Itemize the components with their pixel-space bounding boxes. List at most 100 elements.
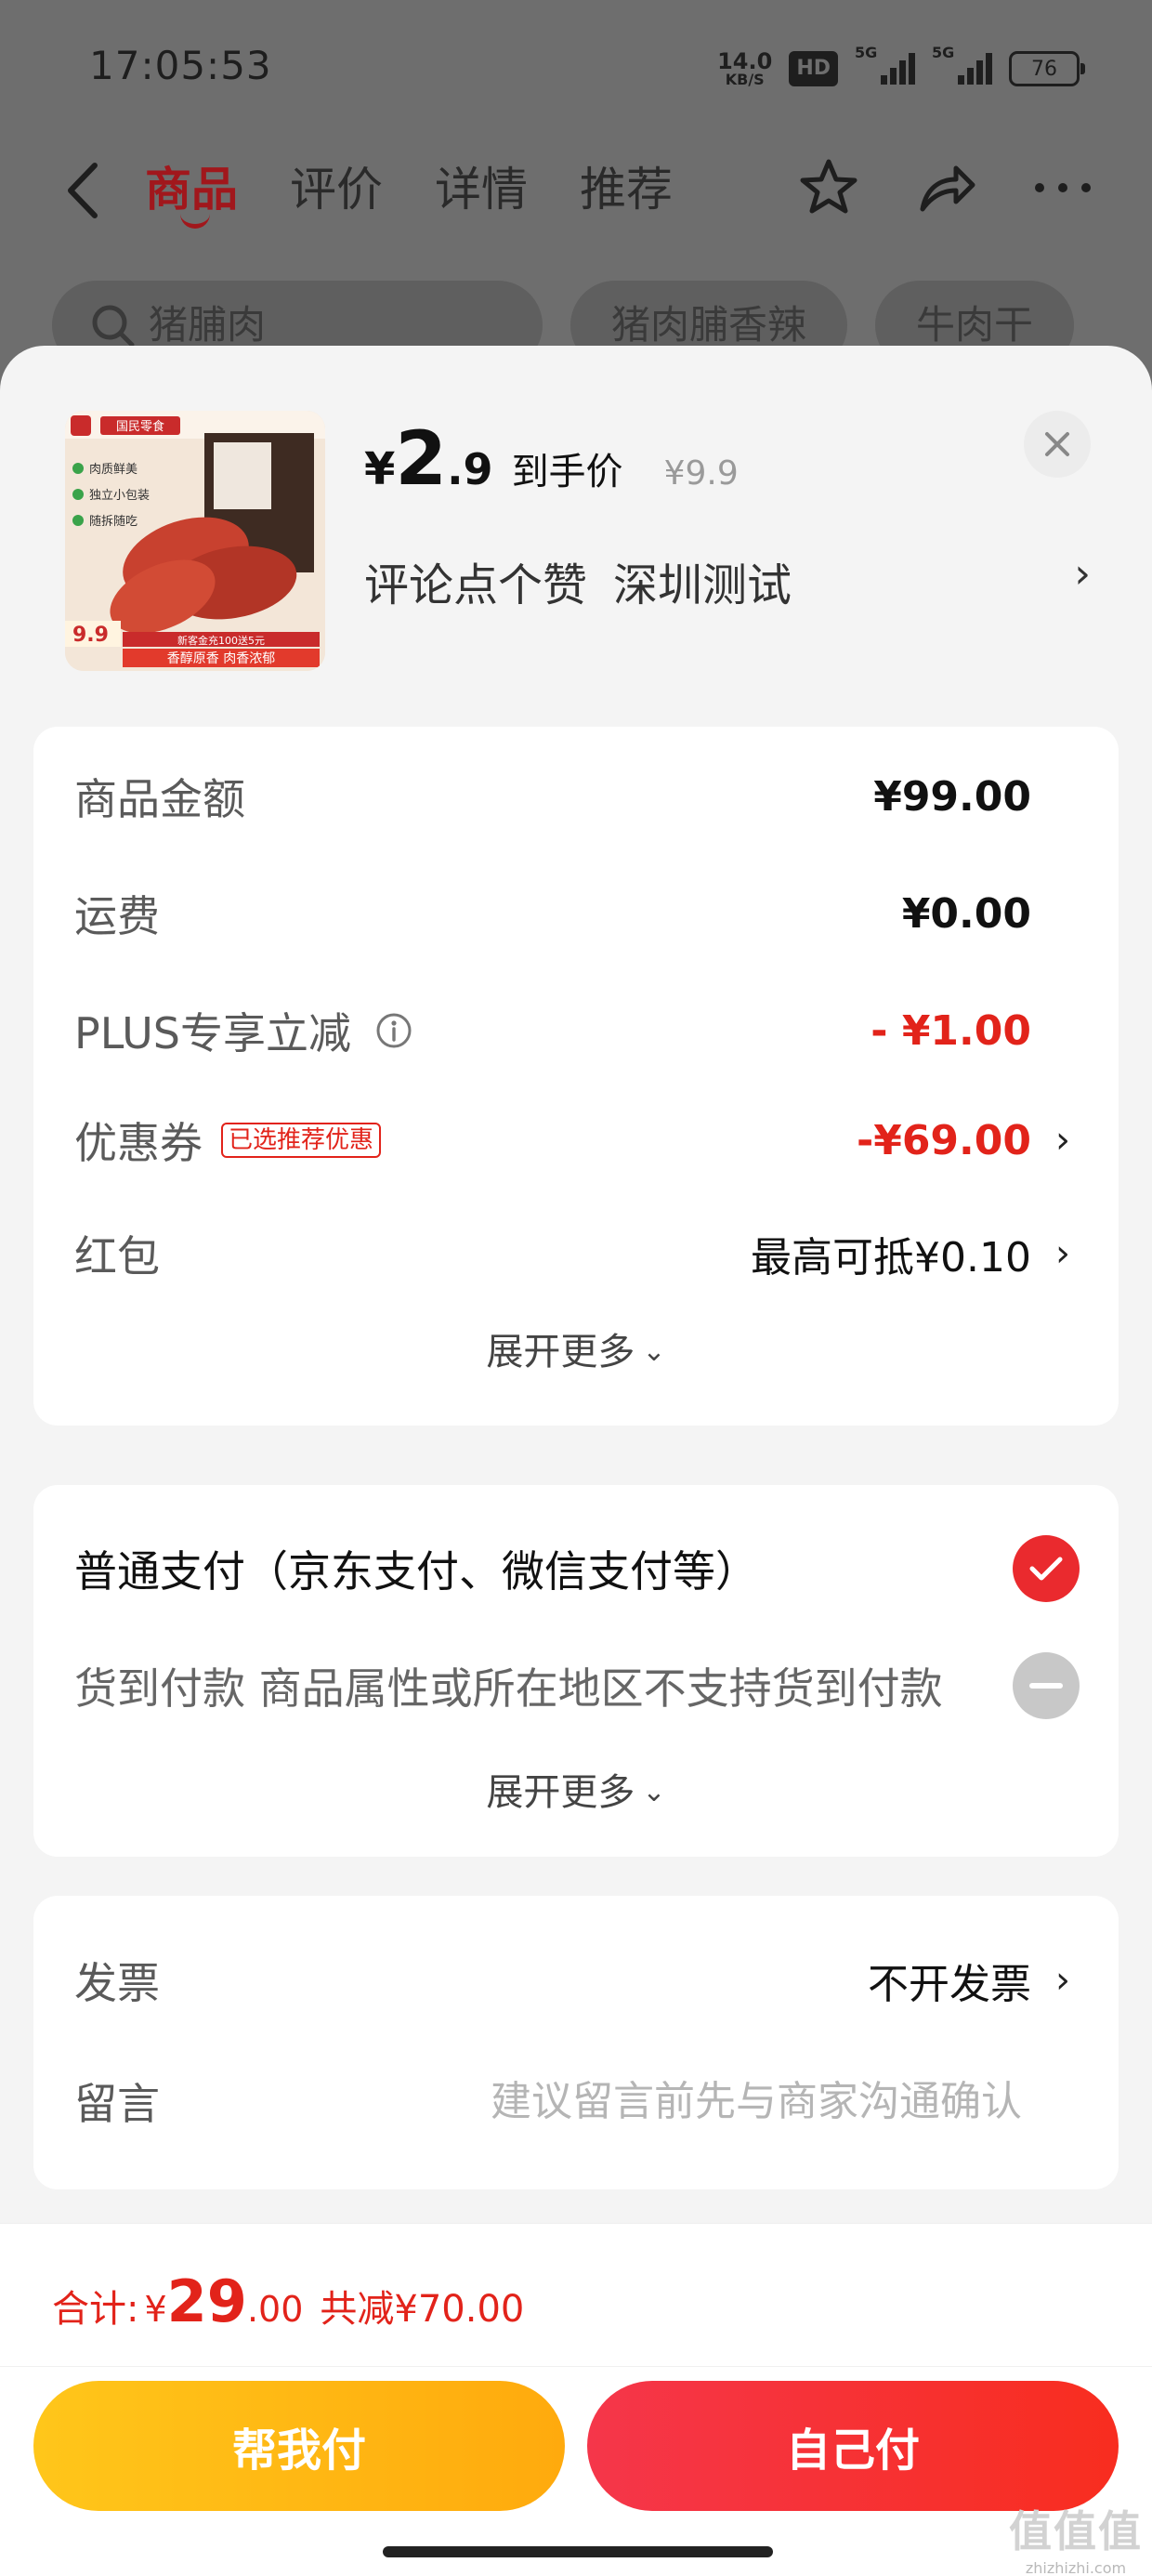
row-label: PLUS专享立减	[74, 1000, 412, 1061]
row-label: 留言	[74, 2079, 160, 2129]
product-price: ¥ 2 .9 到手价 ¥9.9	[364, 422, 739, 496]
tab-recommend[interactable]: 推荐	[580, 154, 673, 225]
close-button[interactable]	[1024, 411, 1091, 478]
product-nav-bar: 商品 评价 详情 推荐	[0, 139, 1152, 242]
chevron-right-icon[interactable]: ›	[1074, 550, 1091, 598]
thumb-slogan: 香醇原香 肉香浓郁	[167, 651, 275, 666]
expand-more-button[interactable]: 展开更多 ⌄	[33, 1762, 1119, 1816]
thumb-bullet: 随拆随吃	[89, 514, 137, 529]
order-total: 合计: ¥ 29 .00 共减¥70.00	[52, 2267, 524, 2335]
back-icon[interactable]	[58, 158, 113, 223]
row-value: 最高可抵¥0.10 ›	[751, 1224, 1074, 1283]
row-invoice[interactable]: 发票 不开发票 ›	[74, 1948, 1074, 2013]
tab-product[interactable]: 商品	[145, 154, 238, 229]
total-decimal: .00	[246, 2289, 304, 2330]
self-pay-button[interactable]: 自己付	[587, 2381, 1119, 2511]
check-icon[interactable]	[1013, 1535, 1080, 1602]
watermark-url: zhizhizhi.com	[1025, 2559, 1127, 2576]
invoice-message-card: 发票 不开发票 › 留言	[33, 1896, 1119, 2189]
more-icon[interactable]	[1029, 154, 1096, 221]
row-value: -¥69.00 ›	[857, 1117, 1074, 1164]
total-label: 合计:	[52, 2288, 139, 2331]
help-pay-button[interactable]: 帮我付	[33, 2381, 565, 2511]
payment-option-label: 货到付款 商品属性或所在地区不支持货到付款	[74, 1663, 943, 1714]
network-speed-unit: KB/S	[725, 71, 765, 88]
total-integer: 29	[166, 2267, 247, 2335]
tab-details[interactable]: 详情	[435, 154, 528, 225]
spec-location: 深圳测试	[613, 559, 792, 611]
thumb-bullet: 肉质鲜美	[89, 463, 137, 477]
goods-amount-value: ¥99.00	[873, 772, 1031, 821]
thumb-price: 9.9	[72, 624, 109, 647]
invoice-value: 不开发票	[868, 1961, 1031, 2008]
thumb-promo: 新客金充100送5元	[177, 634, 265, 647]
plus-discount-value: - ¥1.00	[871, 1006, 1031, 1055]
coupon-value: -¥69.00	[856, 1116, 1031, 1164]
network-speed-value: 14.0	[717, 48, 773, 74]
row-goods-amount: 商品金额 ¥99.00	[74, 764, 1074, 829]
status-bar: 17:05:53 14.0 KB/S HD 5G 5G 76	[0, 0, 1152, 139]
row-label: 发票	[74, 1958, 160, 2008]
status-indicators: 14.0 KB/S HD 5G 5G 76	[717, 43, 1085, 95]
watermark-logo: 值值值	[1009, 2506, 1143, 2556]
search-icon	[92, 305, 135, 348]
expand-more-label: 展开更多	[486, 1331, 635, 1373]
message-input[interactable]	[368, 2077, 1074, 2125]
row-label: 优惠券 已选推荐优惠	[74, 1110, 382, 1171]
chevron-down-icon: ⌄	[642, 1776, 666, 1808]
star-icon[interactable]	[795, 154, 862, 221]
row-shipping: 运费 ¥0.00	[74, 881, 1074, 946]
payment-option-standard[interactable]: 普通支付（京东支付、微信支付等）	[74, 1531, 1080, 1606]
chevron-down-icon: ⌄	[642, 1335, 666, 1368]
expand-more-label: 展开更多	[486, 1771, 635, 1814]
cost-summary-card: 商品金额 ¥99.00 运费 ¥0.00 PLUS专享立减 - ¥1.00 优惠…	[33, 727, 1119, 1426]
row-value: - ¥1.00	[871, 1007, 1074, 1055]
disabled-icon	[1013, 1652, 1080, 1719]
total-saved: 共减¥70.00	[320, 2288, 525, 2331]
thumb-bullet: 独立小包装	[89, 489, 150, 503]
red-packet-value: 最高可抵¥0.10	[751, 1234, 1031, 1281]
checkout-footer: 合计: ¥ 29 .00 共减¥70.00 帮我付 自己付 值值值 zhizhi…	[0, 2223, 1152, 2576]
row-label: 商品金额	[74, 774, 245, 824]
status-time: 17:05:53	[89, 43, 272, 88]
price-decimal: .9	[447, 444, 493, 494]
row-red-packet[interactable]: 红包 最高可抵¥0.10 ›	[74, 1221, 1074, 1286]
close-icon	[1045, 432, 1069, 456]
nav-actions	[795, 154, 1096, 221]
checkout-screen: 17:05:53 14.0 KB/S HD 5G 5G 76 商品 评价 详情 …	[0, 0, 1152, 2576]
row-plus-discount: PLUS专享立减 - ¥1.00	[74, 998, 1074, 1063]
share-icon[interactable]	[912, 154, 979, 221]
plus-discount-label: PLUS专享立减	[74, 1008, 351, 1058]
coupon-label: 优惠券	[74, 1118, 203, 1168]
original-price: ¥9.9	[663, 454, 739, 493]
home-indicator[interactable]	[383, 2546, 773, 2557]
payment-method-card: 普通支付（京东支付、微信支付等） 货到付款 商品属性或所在地区不支持货到付款 展…	[33, 1485, 1119, 1857]
battery-level: 76	[1031, 57, 1057, 81]
spec-text: 评论点个赞	[364, 559, 588, 611]
row-label: 红包	[74, 1231, 160, 1281]
signal-icon-sim1: 5G	[855, 44, 915, 85]
total-symbol: ¥	[144, 2289, 167, 2330]
chevron-right-icon: ›	[1055, 1959, 1070, 2002]
info-icon[interactable]	[375, 1012, 412, 1049]
thumb-brand: 国民零食	[116, 419, 164, 434]
payment-option-cod: 货到付款 商品属性或所在地区不支持货到付款	[74, 1649, 1080, 1723]
product-spec[interactable]: 评论点个赞 深圳测试	[364, 548, 792, 613]
payment-option-label: 普通支付（京东支付、微信支付等）	[74, 1546, 758, 1597]
sim2-label: 5G	[932, 44, 955, 61]
product-summary: 国民零食 肉质鲜美 独立小包装 随拆随吃 9.9 新客金充100送5元 香醇原香…	[0, 346, 1152, 717]
row-coupon[interactable]: 优惠券 已选推荐优惠 -¥69.00 ›	[74, 1108, 1074, 1173]
nav-tabs: 商品 评价 详情 推荐	[145, 154, 673, 229]
sim1-label: 5G	[855, 44, 878, 61]
network-speed: 14.0 KB/S	[717, 50, 772, 87]
expand-more-button[interactable]: 展开更多 ⌄	[33, 1321, 1119, 1375]
row-value: ¥99.00	[873, 773, 1074, 821]
row-message: 留言	[74, 2069, 1074, 2134]
watermark: 值值值 zhizhizhi.com	[1009, 2498, 1143, 2576]
tab-reviews[interactable]: 评价	[290, 154, 383, 225]
recommended-tag: 已选推荐优惠	[221, 1123, 382, 1158]
product-page-background: 17:05:53 14.0 KB/S HD 5G 5G 76 商品 评价 详情 …	[0, 0, 1152, 390]
chevron-right-icon: ›	[1055, 1119, 1070, 1162]
price-symbol: ¥	[364, 443, 396, 495]
battery-icon: 76	[1009, 51, 1085, 86]
